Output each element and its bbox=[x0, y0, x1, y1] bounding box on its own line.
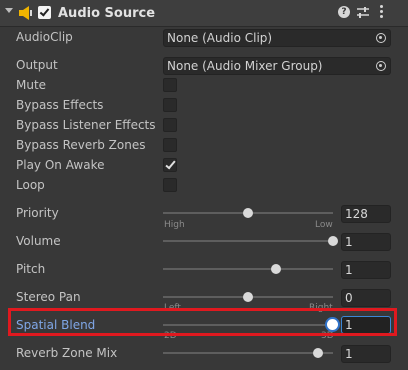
pitch-slider-thumb[interactable] bbox=[271, 264, 282, 274]
priority-slider[interactable] bbox=[163, 208, 333, 218]
output-label: Output bbox=[16, 58, 58, 72]
mute-checkbox[interactable] bbox=[163, 78, 177, 92]
pitch-slider[interactable] bbox=[163, 264, 333, 274]
reverb-zone-mix-slider[interactable] bbox=[163, 348, 333, 358]
reverb-zone-mix-input[interactable]: 1 bbox=[341, 345, 391, 363]
reverb-zone-mix-slider-thumb[interactable] bbox=[312, 348, 323, 358]
bypass-effects-checkbox[interactable] bbox=[163, 98, 177, 112]
kebab-menu-icon[interactable] bbox=[380, 4, 384, 20]
object-picker-icon[interactable] bbox=[376, 61, 386, 71]
priority-label: Priority bbox=[16, 206, 59, 220]
audio-clip-field[interactable]: None (Audio Clip) bbox=[163, 29, 391, 47]
volume-slider-thumb[interactable] bbox=[328, 236, 338, 246]
speaker-icon bbox=[19, 6, 32, 20]
priority-value: 128 bbox=[345, 207, 368, 221]
stereo-pan-label: Stereo Pan bbox=[16, 290, 81, 304]
stereo-pan-slider[interactable] bbox=[163, 292, 333, 302]
loop-label: Loop bbox=[16, 178, 45, 192]
pitch-label: Pitch bbox=[16, 262, 46, 276]
priority-max-label: Low bbox=[315, 220, 333, 230]
loop-checkbox[interactable] bbox=[163, 178, 177, 192]
component-title: Audio Source bbox=[58, 6, 156, 21]
component-enabled-checkbox[interactable] bbox=[38, 6, 51, 19]
priority-input[interactable]: 128 bbox=[341, 205, 391, 223]
audio-clip-label: AudioClip bbox=[16, 30, 73, 44]
play-on-awake-checkbox[interactable] bbox=[163, 158, 177, 172]
bypass-listener-effects-label: Bypass Listener Effects bbox=[16, 118, 156, 132]
bypass-effects-label: Bypass Effects bbox=[16, 98, 104, 112]
preset-icon[interactable] bbox=[356, 6, 370, 19]
pitch-input[interactable]: 1 bbox=[341, 261, 391, 279]
bypass-listener-effects-checkbox[interactable] bbox=[163, 118, 177, 132]
help-icon[interactable]: ? bbox=[338, 6, 350, 18]
audio-clip-value: None (Audio Clip) bbox=[167, 31, 273, 45]
output-field[interactable]: None (Audio Mixer Group) bbox=[163, 57, 391, 75]
priority-slider-thumb[interactable] bbox=[243, 208, 253, 218]
stereo-pan-input[interactable]: 0 bbox=[341, 289, 391, 307]
output-value: None (Audio Mixer Group) bbox=[167, 59, 323, 73]
priority-min-label: High bbox=[164, 220, 185, 230]
bypass-reverb-zones-checkbox[interactable] bbox=[163, 138, 177, 152]
play-on-awake-label: Play On Awake bbox=[16, 158, 105, 172]
volume-value: 1 bbox=[345, 235, 353, 249]
mute-label: Mute bbox=[16, 78, 47, 92]
object-picker-icon[interactable] bbox=[376, 33, 386, 43]
component-header: Audio Source ? bbox=[0, 0, 408, 27]
stereo-pan-value: 0 bbox=[345, 291, 353, 305]
bypass-reverb-zones-label: Bypass Reverb Zones bbox=[16, 138, 146, 152]
volume-label: Volume bbox=[16, 234, 61, 248]
reverb-zone-mix-value: 1 bbox=[345, 347, 353, 361]
volume-slider[interactable] bbox=[163, 236, 338, 246]
fold-arrow-icon[interactable] bbox=[5, 8, 13, 13]
annotation-highlight-box bbox=[8, 308, 397, 336]
pitch-value: 1 bbox=[345, 263, 353, 277]
reverb-zone-mix-label: Reverb Zone Mix bbox=[16, 346, 118, 360]
volume-input[interactable]: 1 bbox=[341, 233, 391, 251]
stereo-pan-slider-thumb[interactable] bbox=[243, 292, 253, 302]
